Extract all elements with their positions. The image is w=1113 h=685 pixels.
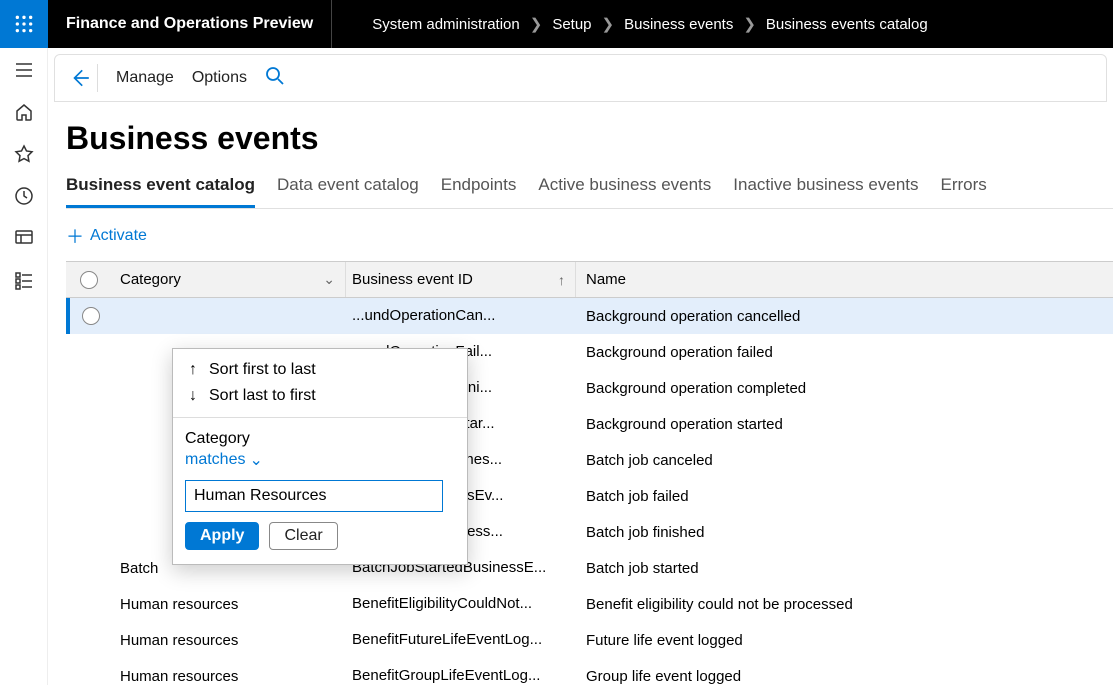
column-name[interactable]: Name xyxy=(576,271,1113,288)
column-business-event-id[interactable]: Business event ID ↑ xyxy=(346,262,576,297)
column-filter-popup: ↑ Sort first to last ↓ Sort last to firs… xyxy=(172,348,468,565)
breadcrumb-item[interactable]: Business events xyxy=(624,16,733,33)
breadcrumb-item[interactable]: System administration xyxy=(372,16,520,33)
clock-icon[interactable] xyxy=(12,184,36,208)
tab-catalog[interactable]: Business event catalog xyxy=(66,167,255,208)
sort-desc-label: Sort last to first xyxy=(209,387,316,405)
app-launcher-button[interactable] xyxy=(0,0,48,48)
breadcrumb-item[interactable]: Setup xyxy=(552,16,591,33)
cell-name: Future life event logged xyxy=(576,632,1113,649)
column-category-label: Category xyxy=(120,271,181,288)
modules-icon[interactable] xyxy=(12,268,36,292)
cell-business-event-id: BenefitFutureLifeEventLog... xyxy=(346,622,576,658)
breadcrumb-item[interactable]: Business events catalog xyxy=(766,16,928,33)
column-name-label: Name xyxy=(586,271,626,288)
column-bid-label: Business event ID xyxy=(352,271,473,288)
table-row[interactable]: Human resourcesBenefitEligibilityCouldNo… xyxy=(66,586,1113,622)
cell-name: Batch job finished xyxy=(576,524,1113,541)
cell-name: Background operation completed xyxy=(576,380,1113,397)
nav-rail xyxy=(0,48,48,685)
clear-button[interactable]: Clear xyxy=(269,522,337,550)
tab-inactive[interactable]: Inactive business events xyxy=(733,167,918,208)
options-command[interactable]: Options xyxy=(192,69,247,87)
cell-name: Batch job failed xyxy=(576,488,1113,505)
cell-business-event-id: ...undOperationCan... xyxy=(346,298,576,334)
arrow-up-icon: ↑ xyxy=(189,361,197,379)
sort-asc-option[interactable]: ↑ Sort first to last xyxy=(183,357,457,383)
tab-data-event[interactable]: Data event catalog xyxy=(277,167,419,208)
column-category[interactable]: Category ⌄ xyxy=(112,262,346,297)
filter-input[interactable] xyxy=(185,480,443,512)
chevron-right-icon: ❯ xyxy=(602,15,615,33)
filter-operator[interactable]: matches ⌄ xyxy=(185,450,455,470)
top-bar: Finance and Operations Preview System ad… xyxy=(0,0,1113,48)
tab-endpoints[interactable]: Endpoints xyxy=(441,167,517,208)
activate-label: Activate xyxy=(90,227,147,245)
breadcrumb: System administration ❯ Setup ❯ Business… xyxy=(332,15,928,33)
cell-business-event-id: BenefitEligibilityCouldNot... xyxy=(346,586,576,622)
cell-category xyxy=(112,298,346,334)
home-icon[interactable] xyxy=(12,100,36,124)
tab-active[interactable]: Active business events xyxy=(538,167,711,208)
sort-desc-option[interactable]: ↓ Sort last to first xyxy=(183,383,457,409)
tabs: Business event catalog Data event catalo… xyxy=(66,167,1113,209)
chevron-down-icon: ⌄ xyxy=(249,450,262,470)
back-button[interactable] xyxy=(69,64,98,92)
arrow-up-icon: ↑ xyxy=(558,272,565,288)
cell-name: Benefit eligibility could not be process… xyxy=(576,596,1113,613)
filter-operator-label: matches xyxy=(185,451,245,469)
table-row[interactable]: Human resourcesBenefitFutureLifeEventLog… xyxy=(66,622,1113,658)
chevron-right-icon: ❯ xyxy=(530,15,543,33)
cell-category: Human resources xyxy=(112,622,346,658)
row-select[interactable] xyxy=(70,307,112,325)
filter-label: Category xyxy=(185,430,455,448)
tab-errors[interactable]: Errors xyxy=(941,167,987,208)
table-row[interactable]: ...undOperationCan...Background operatio… xyxy=(66,298,1113,334)
star-icon[interactable] xyxy=(12,142,36,166)
cell-name: Background operation started xyxy=(576,416,1113,433)
cell-category: Human resources xyxy=(112,658,346,685)
cell-category: Human resources xyxy=(112,586,346,622)
cell-name: Background operation cancelled xyxy=(576,308,1113,325)
grid-header: Category ⌄ Business event ID ↑ Name xyxy=(66,262,1113,298)
chevron-down-icon: ⌄ xyxy=(323,271,335,288)
page-title: Business events xyxy=(66,120,1113,157)
search-button[interactable] xyxy=(265,66,285,91)
plus-icon: ＋ xyxy=(66,223,84,249)
cell-name: Batch job started xyxy=(576,560,1113,577)
activate-button[interactable]: ＋ Activate xyxy=(66,223,147,249)
cell-name: Batch job canceled xyxy=(576,452,1113,469)
select-all[interactable] xyxy=(66,271,112,289)
cell-name: Group life event logged xyxy=(576,668,1113,685)
chevron-right-icon: ❯ xyxy=(743,15,756,33)
hamburger-icon[interactable] xyxy=(12,58,36,82)
table-row[interactable]: Human resourcesBenefitGroupLifeEventLog.… xyxy=(66,658,1113,685)
manage-command[interactable]: Manage xyxy=(116,69,174,87)
app-title: Finance and Operations Preview xyxy=(48,0,332,48)
command-bar: Manage Options xyxy=(54,54,1107,102)
workspace-icon[interactable] xyxy=(12,226,36,250)
arrow-down-icon: ↓ xyxy=(189,387,197,405)
cell-name: Background operation failed xyxy=(576,344,1113,361)
apply-button[interactable]: Apply xyxy=(185,522,259,550)
sort-asc-label: Sort first to last xyxy=(209,361,316,379)
cell-business-event-id: BenefitGroupLifeEventLog... xyxy=(346,658,576,685)
